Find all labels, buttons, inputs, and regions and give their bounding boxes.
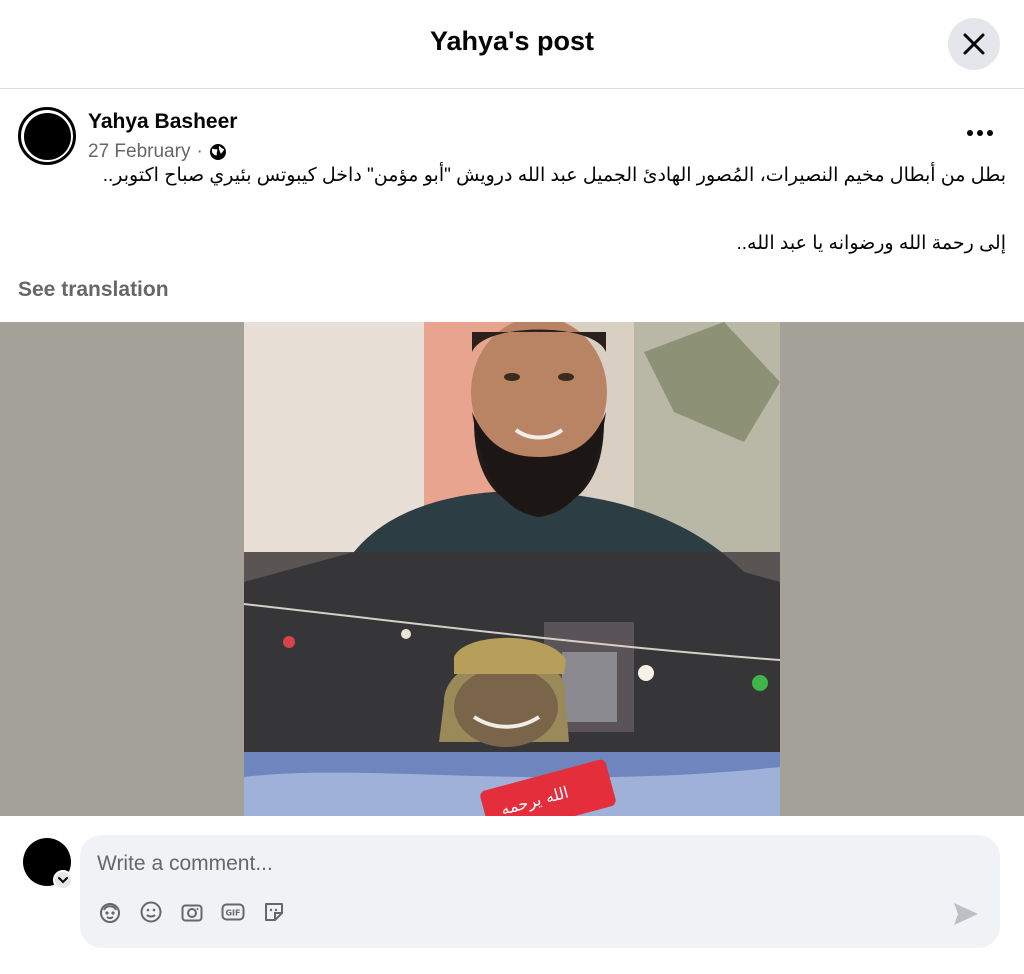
author-name[interactable]: Yahya Basheer (88, 110, 237, 134)
profile-switcher[interactable] (53, 870, 73, 890)
sticker-icon[interactable] (262, 900, 286, 924)
globe-icon[interactable] (209, 143, 227, 161)
send-button[interactable] (952, 901, 980, 927)
svg-text:GIF: GIF (225, 909, 240, 918)
chevron-down-icon (58, 877, 68, 884)
author-avatar[interactable] (18, 107, 76, 165)
post-photo[interactable]: الله يرحمه (244, 322, 780, 816)
close-icon (963, 33, 985, 55)
see-translation-link[interactable]: See translation (18, 278, 169, 302)
photo-content: الله يرحمه (244, 322, 780, 816)
more-options-button[interactable] (958, 118, 1002, 148)
post-text-line-2: إلى رحمة الله ورضوانه يا عبد الله.. (736, 233, 1007, 254)
comment-tools: GIF (98, 900, 286, 924)
close-button[interactable] (948, 18, 1000, 70)
post-media[interactable]: الله يرحمه (0, 322, 1024, 816)
emoji-icon[interactable] (139, 900, 163, 924)
more-horizontal-icon (967, 130, 973, 136)
post-text-line-1: بطل من أبطال مخيم النصيرات، المُصور الها… (102, 165, 1006, 186)
post-header: Yahya Basheer 27 February · بطل من أبطال… (0, 90, 1024, 322)
send-icon (954, 903, 978, 925)
dialog-title: Yahya's post (430, 26, 594, 56)
comment-input[interactable] (97, 849, 957, 879)
camera-icon[interactable] (180, 900, 204, 924)
post-date[interactable]: 27 February (88, 141, 190, 163)
comment-box[interactable]: GIF (80, 835, 1000, 948)
dialog-header: Yahya's post (0, 0, 1024, 89)
comment-composer: GIF (0, 816, 1024, 974)
gif-icon[interactable]: GIF (221, 900, 245, 924)
meta-separator: · (196, 141, 203, 162)
avatar-sticker-icon[interactable] (98, 900, 122, 924)
post-meta: 27 February · (88, 141, 227, 163)
